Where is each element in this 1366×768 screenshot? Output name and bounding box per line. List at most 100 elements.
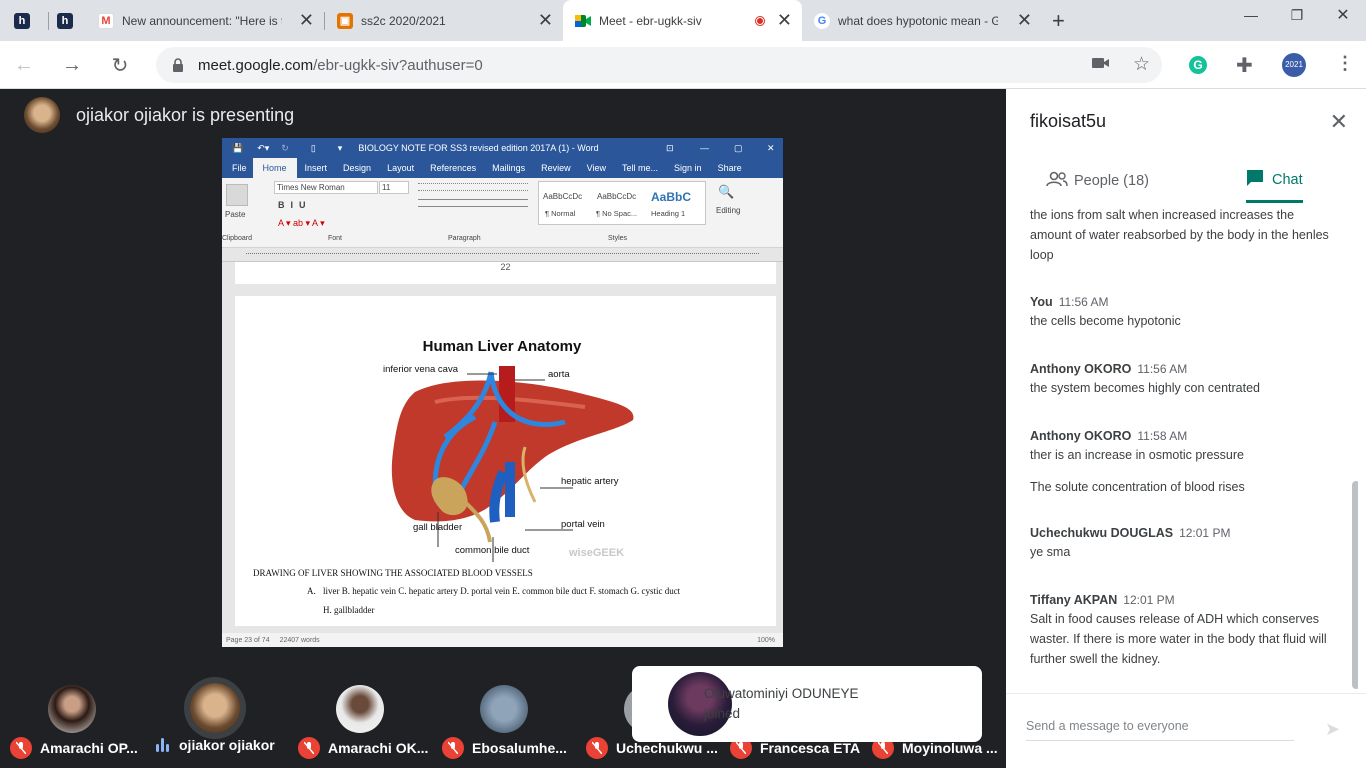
- browser-tab-gmail[interactable]: M New announcement: "Here is t ✕: [86, 0, 324, 41]
- chat-message: Anthony OKORO 11:56 AM the system becomes…: [1030, 362, 1330, 398]
- tab-chat[interactable]: Chat: [1246, 159, 1303, 203]
- label-inferior-vena-cava: inferior vena cava: [383, 364, 458, 375]
- reload-icon[interactable]: ↻: [106, 51, 134, 79]
- font-color-icon: A ▾ ab ▾ A ▾: [278, 218, 325, 228]
- tab-title: ss2c 2020/2021: [361, 13, 446, 28]
- word-ruler: [222, 248, 783, 262]
- participant-avatar[interactable]: [48, 685, 96, 733]
- figure-caption: DRAWING OF LIVER SHOWING THE ASSOCIATED …: [253, 568, 533, 578]
- list-text: liver B. hepatic vein C. hepatic artery …: [323, 586, 681, 596]
- word-menu-mailings: Mailings: [492, 163, 526, 173]
- close-tab-icon[interactable]: ✕: [1017, 10, 1032, 31]
- chat-message: Uchechukwu DOUGLAS 12:01 PM ye sma: [1030, 526, 1330, 562]
- tab-title: New announcement: "Here is t: [122, 13, 282, 28]
- status-page: Page 23 of 74: [226, 636, 270, 644]
- message-text: ther is an increase in osmotic pressure: [1030, 448, 1244, 462]
- label-common-bile-duct: common bile duct: [455, 545, 530, 556]
- browser-tab-google[interactable]: G what does hypotonic mean - G ✕: [802, 0, 1042, 41]
- word-menu-layout: Layout: [387, 163, 415, 173]
- message-text: the ions from salt when increased increa…: [1030, 208, 1329, 262]
- send-icon[interactable]: ➤: [1325, 719, 1340, 740]
- mic-off-icon: [442, 737, 464, 759]
- mic-off-icon: [298, 737, 320, 759]
- font-size-box: 11: [379, 181, 409, 194]
- restore-window-icon[interactable]: ❐: [1274, 0, 1320, 30]
- message-time: 11:56 AM: [1137, 362, 1188, 376]
- word-ribbon: Paste Times New Roman 11 BIU A ▾ ab ▾ A …: [222, 178, 783, 248]
- chat-input[interactable]: Send a message to everyone: [1026, 719, 1189, 733]
- panel-title: fikoisat5u: [1030, 111, 1107, 131]
- word-menu-tellme: Tell me...: [622, 163, 659, 173]
- participant-avatar[interactable]: [480, 685, 528, 733]
- style-preview: AaBbCcDc: [543, 192, 583, 201]
- forward-icon[interactable]: →: [58, 51, 86, 79]
- browser-tab-meet[interactable]: Meet - ebr-ugkk-siv ✕: [563, 0, 802, 41]
- minimize-window-icon[interactable]: —: [1228, 0, 1274, 30]
- tab-people[interactable]: People (18): [1046, 159, 1149, 203]
- page-top-sliver: 22: [235, 262, 776, 284]
- participant-name: Amarachi OP...: [40, 740, 138, 756]
- profile-avatar[interactable]: 2021: [1282, 53, 1306, 77]
- message-time: 11:58 AM: [1137, 429, 1188, 443]
- google-icon: G: [814, 12, 830, 29]
- word-new-doc-icon: ▯: [310, 142, 316, 153]
- find-icon: 🔍: [718, 184, 735, 199]
- classroom-icon: ▣: [337, 12, 353, 29]
- browser-tab-2[interactable]: h: [49, 0, 87, 41]
- close-tab-icon[interactable]: ✕: [299, 10, 314, 31]
- word-editing-label: Editing: [716, 206, 741, 215]
- word-menu-file: File: [232, 163, 247, 173]
- browser-tab-1[interactable]: h: [4, 0, 48, 41]
- watermark: wiseGEEK: [569, 547, 625, 559]
- join-notification-text: Oluwatominiyi ODUNEYE joined: [704, 686, 859, 721]
- back-icon[interactable]: ←: [10, 51, 38, 79]
- people-icon: [1046, 171, 1068, 191]
- grammarly-icon[interactable]: G: [1189, 56, 1207, 74]
- message-time: 12:01 PM: [1123, 593, 1175, 607]
- participant-name: Ebosalumhe...: [472, 740, 567, 756]
- styles-gallery: AaBbCcDc ¶ Normal AaBbCcDc ¶ No Spac... …: [538, 181, 706, 225]
- close-panel-icon[interactable]: ✕: [1330, 109, 1348, 135]
- chat-message: Tiffany AKPAN 12:01 PM Salt in food cause…: [1030, 593, 1330, 669]
- style-normal: ¶ Normal: [545, 209, 576, 218]
- address-bar[interactable]: meet.google.com/ebr-ugkk-siv?authuser=0 …: [156, 47, 1162, 83]
- word-status-bar: Page 23 of 74 22407 words 100%: [222, 633, 783, 647]
- word-menu-share: Share: [717, 163, 742, 173]
- word-menu-references: References: [430, 163, 477, 173]
- word-menu-home: Home: [252, 158, 297, 178]
- speaking-indicator-icon: [156, 738, 169, 752]
- bookmark-star-icon[interactable]: ☆: [1133, 53, 1150, 76]
- participant-name-tag: Ebosalumhe...: [442, 737, 567, 759]
- participant-avatar[interactable]: [190, 683, 240, 733]
- close-window-icon[interactable]: ✕: [1320, 0, 1366, 30]
- participant-name: Francesca ETA: [760, 740, 861, 756]
- url-path: /ebr-ugkk-siv?authuser=0: [313, 56, 483, 74]
- tab-title: Meet - ebr-ugkk-siv: [599, 13, 702, 28]
- chat-message: The solute concentration of blood rises: [1030, 477, 1330, 497]
- extensions-icon[interactable]: ✚: [1236, 53, 1253, 78]
- word-redo-icon: ↻: [281, 142, 289, 153]
- word-ribbon-display-icon: ⊡: [666, 142, 674, 153]
- tab-title: what does hypotonic mean - G: [838, 13, 998, 28]
- font-format-icons: BIU: [278, 200, 312, 210]
- browser-menu-icon[interactable]: ⋮: [1336, 53, 1354, 74]
- shared-screen-word: 💾 ↶▾ ↻ ▯ ▾ BIOLOGY NOTE FOR SS3 revised …: [222, 138, 783, 647]
- message-sender: Anthony OKORO: [1030, 362, 1132, 376]
- participant-avatar[interactable]: [336, 685, 384, 733]
- label-hepatic-artery: hepatic artery: [561, 476, 619, 487]
- chat-scrollbar[interactable]: [1352, 481, 1358, 689]
- h-icon: h: [57, 12, 73, 29]
- lock-icon: [172, 58, 184, 72]
- word-title: BIOLOGY NOTE FOR SS3 revised edition 201…: [358, 143, 599, 153]
- close-tab-icon[interactable]: ✕: [538, 10, 553, 31]
- word-menu-signin: Sign in: [674, 163, 702, 173]
- meet-icon: [575, 12, 591, 29]
- new-tab-icon[interactable]: +: [1052, 8, 1065, 34]
- label-gall-bladder: gall bladder: [413, 522, 463, 533]
- group-label: Clipboard: [222, 235, 252, 242]
- chat-tab-label: Chat: [1272, 171, 1303, 188]
- url-host: meet.google.com: [198, 56, 314, 74]
- close-tab-icon[interactable]: ✕: [777, 10, 792, 31]
- camera-icon[interactable]: [1092, 56, 1110, 75]
- browser-tab-classroom[interactable]: ▣ ss2c 2020/2021 ✕: [325, 0, 563, 41]
